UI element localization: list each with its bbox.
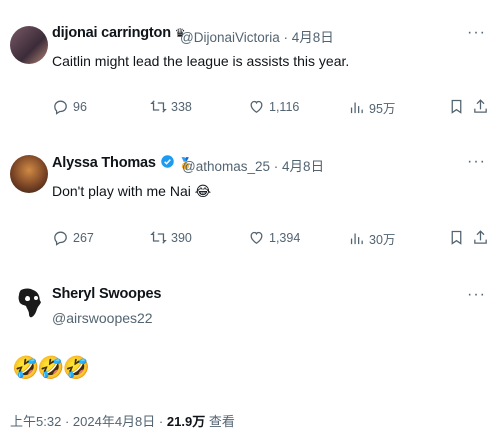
author-name[interactable]: Alyssa Thomas 🏅	[52, 154, 192, 171]
retweet-button[interactable]: 390	[150, 229, 192, 246]
more-options-button[interactable]: ···	[467, 153, 486, 171]
heart-icon	[250, 100, 263, 113]
bookmark-button[interactable]	[448, 229, 465, 251]
share-icon	[474, 99, 487, 113]
like-button[interactable]: 1,116	[248, 98, 299, 115]
tweet-2[interactable]: Alyssa Thomas 🏅 @athomas_25 · 4月8日 ··· D…	[0, 140, 500, 260]
reply-icon	[54, 100, 67, 115]
author-handle-and-date[interactable]: @athomas_25 · 4月8日	[182, 155, 324, 175]
tweet-meta-footer: 上午5:32 · 2024年4月8日 · 21.9万 查看	[10, 414, 235, 429]
verified-badge-icon	[160, 155, 174, 168]
like-button[interactable]: 1,394	[248, 229, 300, 246]
author-handle-and-date[interactable]: @DijonaiVictoria · 4月8日	[180, 26, 334, 46]
tweet-date[interactable]: 2024年4月8日	[73, 414, 155, 429]
author-handle[interactable]: @airswoopes22	[52, 310, 153, 326]
retweet-icon	[150, 231, 167, 244]
avatar[interactable]	[10, 284, 48, 322]
retweet-button[interactable]: 338	[150, 98, 192, 115]
views-button[interactable]: 95万	[348, 98, 395, 117]
share-button[interactable]	[472, 98, 489, 120]
avatar[interactable]	[10, 26, 48, 64]
tweet-actions: 267 390 1,394 30万	[52, 229, 492, 251]
tweet-actions: 96 338 1,116 95万	[52, 98, 492, 120]
bookmark-icon	[451, 99, 462, 114]
author-name[interactable]: Sheryl Swoopes	[52, 286, 161, 302]
tweet-text: 🤣🤣🤣	[12, 355, 90, 380]
share-icon	[474, 230, 487, 244]
reply-icon	[54, 231, 67, 246]
share-button[interactable]	[472, 229, 489, 251]
tweet-time[interactable]: 上午5:32	[10, 414, 61, 429]
tweet-text: Don't play with me Nai 😂	[52, 183, 212, 199]
views-label: 查看	[208, 414, 235, 429]
tweet-1[interactable]: dijonai carrington ♛ @DijonaiVictoria · …	[0, 0, 500, 140]
avatar[interactable]	[10, 155, 48, 193]
more-options-button[interactable]: ···	[467, 286, 486, 304]
bookmark-icon	[451, 230, 462, 245]
africa-map-logo-icon	[18, 288, 41, 318]
views-bar-icon	[350, 233, 363, 245]
author-name[interactable]: dijonai carrington ♛	[52, 25, 185, 41]
views-bar-icon	[350, 102, 363, 114]
bookmark-button[interactable]	[448, 98, 465, 120]
more-options-button[interactable]: ···	[467, 24, 486, 42]
reply-button[interactable]: 267	[52, 229, 94, 246]
heart-icon	[250, 231, 263, 244]
tweet-text: Caitlin might lead the league is assists…	[52, 53, 350, 69]
reply-button[interactable]: 96	[52, 98, 87, 115]
view-count: 21.9万	[166, 414, 206, 429]
retweet-icon	[150, 100, 167, 113]
views-button[interactable]: 30万	[348, 229, 395, 248]
